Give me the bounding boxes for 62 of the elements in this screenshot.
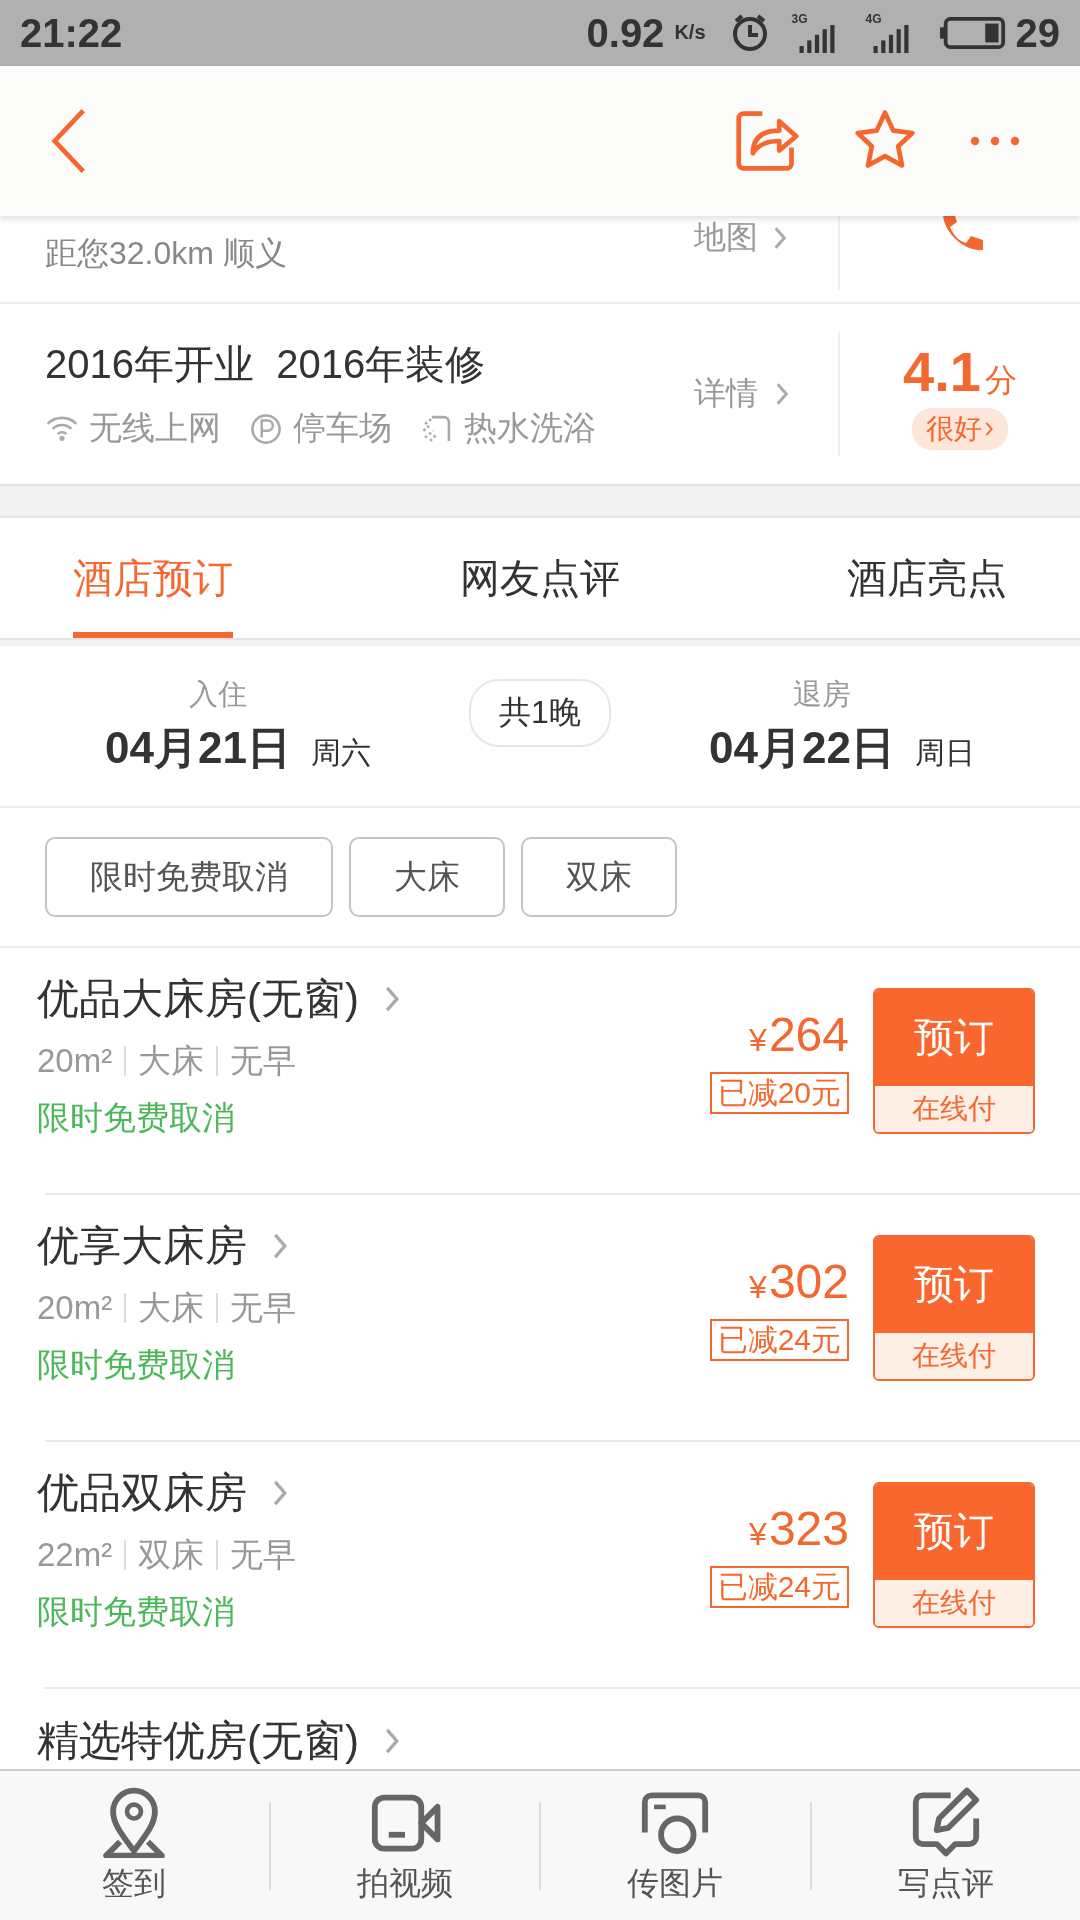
network-type: 4G <box>865 13 882 25</box>
network-speed: 0.92 <box>586 10 665 56</box>
room-area: 22m² <box>37 1536 113 1574</box>
breakfast-info: 无早 <box>230 1040 297 1081</box>
amenity-label: 停车场 <box>293 408 392 448</box>
score-unit: 分 <box>984 360 1017 400</box>
chevron-icon <box>383 1727 401 1755</box>
room-name[interactable]: 精选特优房(无窗) <box>37 1713 359 1769</box>
checkin-date[interactable]: 04月21日 <box>105 718 291 778</box>
bottom-tab[interactable]: 签到 <box>0 1785 269 1906</box>
tab[interactable]: 酒店亮点 <box>847 518 1007 638</box>
parking-icon <box>249 411 283 446</box>
cancellation-policy: 限时免费取消 <box>37 1591 236 1632</box>
filter-chip[interactable]: 大床 <box>349 837 505 917</box>
bed-type: 大床 <box>138 1287 205 1328</box>
room-name[interactable]: 优品大床房(无窗) <box>37 970 359 1027</box>
more-icon[interactable] <box>970 135 1020 147</box>
cancellation-policy: 限时免费取消 <box>37 1344 236 1385</box>
filter-chip[interactable]: 双床 <box>521 837 677 917</box>
bed-type: 大床 <box>138 1040 205 1081</box>
discount-tag: 已减20元 <box>709 1072 849 1114</box>
bottom-tab[interactable]: 写点评 <box>811 1785 1080 1906</box>
speed-unit: K/s <box>674 20 706 44</box>
bottom-tab[interactable]: 拍视频 <box>270 1785 539 1906</box>
rating-score: 4.1 <box>903 338 981 404</box>
room-area: 20m² <box>37 1042 113 1080</box>
filter-chip[interactable]: 限时免费取消 <box>45 837 333 917</box>
weekday: 周日 <box>915 734 975 771</box>
chevron-icon <box>383 984 401 1013</box>
checkout-label: 退房 <box>793 676 852 712</box>
chevron-icon <box>772 225 788 251</box>
room-price: ¥323 <box>749 1501 849 1556</box>
room-name[interactable]: 优品双床房 <box>37 1464 247 1521</box>
checkout-date[interactable]: 04月22日 <box>709 718 895 778</box>
network-type: 3G <box>791 13 808 25</box>
nights-pill: 共1晚 <box>469 679 611 747</box>
room-price: ¥302 <box>749 1254 849 1309</box>
amenity-label: 热水洗浴 <box>464 408 596 448</box>
checkin-label: 入住 <box>188 676 247 712</box>
bed-type: 双床 <box>138 1534 205 1575</box>
bottom-tab[interactable]: 传图片 <box>541 1785 810 1906</box>
share-icon[interactable] <box>734 108 800 174</box>
back-icon[interactable] <box>50 107 88 175</box>
opening-renovation-text: 2016年开业 2016年装修 <box>45 341 487 388</box>
tab[interactable]: 网友点评 <box>460 518 620 638</box>
battery-level: 29 <box>1015 10 1060 56</box>
breakfast-info: 无早 <box>230 1287 297 1328</box>
cancellation-policy: 限时免费取消 <box>37 1097 236 1138</box>
amenity-label: 无线上网 <box>89 408 221 448</box>
weekday: 周六 <box>310 734 371 771</box>
discount-tag: 已减24元 <box>709 1566 849 1608</box>
room-name[interactable]: 优享大床房 <box>37 1217 247 1274</box>
chevron-icon <box>774 381 790 407</box>
breakfast-info: 无早 <box>230 1534 297 1575</box>
chevron-icon <box>271 1478 289 1507</box>
room-price: ¥264 <box>749 1007 849 1062</box>
room-area: 20m² <box>37 1289 113 1327</box>
battery-icon <box>939 16 1006 50</box>
discount-tag: 已减24元 <box>709 1319 849 1361</box>
clock-time: 21:22 <box>20 10 123 56</box>
distance-text: 距您32.0km 顺义 <box>44 234 288 273</box>
chevron-icon <box>271 1231 289 1260</box>
